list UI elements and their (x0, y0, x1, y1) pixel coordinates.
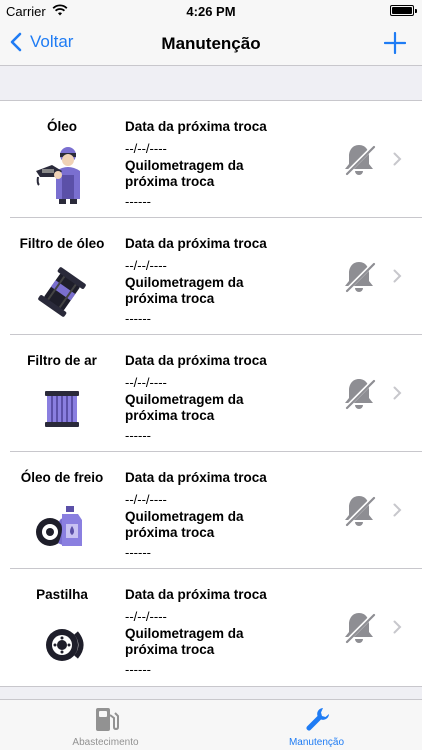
chevron-right-icon (393, 620, 402, 634)
bell-off-icon[interactable] (341, 492, 377, 528)
next-change-mileage-value: ------ (125, 194, 151, 209)
next-change-mileage-value: ------ (125, 662, 151, 677)
navigation-bar: Voltar Manutenção (0, 22, 422, 66)
next-change-date-label: Data da próxima troca (125, 119, 267, 134)
maintenance-row-oleo[interactable]: Óleo Data da próxima troca --/--/---- Qu… (10, 101, 422, 218)
maintenance-row-filtro-de-ar[interactable]: Filtro de ar Data da próxima troca --/--… (10, 335, 422, 452)
bell-off-icon[interactable] (341, 141, 377, 177)
battery-icon (390, 5, 417, 16)
oil-filter-icon (38, 267, 86, 317)
next-change-mileage-label: Quilometragem da próxima troca (125, 626, 244, 657)
next-change-mileage-label: Quilometragem da próxima troca (125, 509, 244, 540)
brake-pad-icon (46, 629, 84, 661)
maintenance-list: Óleo Data da próxima troca --/--/---- Qu… (0, 100, 422, 687)
tab-manutencao[interactable]: Manutenção (211, 700, 422, 750)
maintenance-row-pastilha[interactable]: Pastilha Data da próxima troca --/--/---… (10, 569, 422, 686)
next-change-mileage-label: Quilometragem da próxima troca (125, 275, 244, 306)
item-name: Óleo (46, 119, 77, 134)
maintenance-row-filtro-de-oleo[interactable]: Filtro de óleo Data da próxima troca --/… (10, 218, 422, 335)
next-change-mileage-value: ------ (125, 545, 151, 560)
next-change-mileage-value: ------ (125, 311, 151, 326)
next-change-mileage-value: ------ (125, 428, 151, 443)
air-filter-icon (45, 391, 79, 427)
next-change-mileage-label: Quilometragem da próxima troca (125, 392, 244, 423)
tab-bar: Abastecimento Manutenção (0, 699, 422, 750)
tab-abastecimento[interactable]: Abastecimento (0, 700, 211, 750)
next-change-date-label: Data da próxima troca (125, 236, 267, 251)
next-change-date-label: Data da próxima troca (125, 587, 267, 602)
brake-fluid-icon (36, 506, 82, 546)
tab-label: Manutenção (288, 737, 345, 748)
next-change-mileage-label: Quilometragem da próxima troca (125, 158, 244, 189)
next-change-date-value: --/--/---- (125, 492, 167, 507)
page-title: Manutenção (161, 34, 261, 53)
next-change-date-value: --/--/---- (125, 258, 167, 273)
next-change-date-label: Data da próxima troca (125, 470, 267, 485)
item-name: Filtro de óleo (19, 236, 105, 251)
bell-off-icon[interactable] (341, 375, 377, 411)
next-change-date-label: Data da próxima troca (125, 353, 267, 368)
plus-icon[interactable] (384, 32, 406, 54)
bell-off-icon[interactable] (341, 258, 377, 294)
chevron-right-icon (393, 269, 402, 283)
tab-label: Abastecimento (72, 737, 139, 748)
oil-change-mechanic-icon (36, 147, 80, 204)
maintenance-row-oleo-de-freio[interactable]: Óleo de freio Data da próxima troca --/-… (10, 452, 422, 569)
next-change-date-value: --/--/---- (125, 609, 167, 624)
bell-off-icon[interactable] (341, 609, 377, 645)
item-name: Filtro de ar (27, 353, 97, 368)
fuel-pump-icon (96, 708, 119, 731)
chevron-right-icon (393, 503, 402, 517)
item-name: Pastilha (36, 587, 88, 602)
wrench-icon (306, 708, 329, 731)
next-change-date-value: --/--/---- (125, 141, 167, 156)
item-name: Óleo de freio (20, 470, 104, 485)
status-bar: Carrier 4:26 PM (0, 0, 422, 22)
chevron-right-icon (393, 386, 402, 400)
status-time: 4:26 PM (186, 4, 236, 19)
chevron-right-icon (393, 152, 402, 166)
next-change-date-value: --/--/---- (125, 375, 167, 390)
